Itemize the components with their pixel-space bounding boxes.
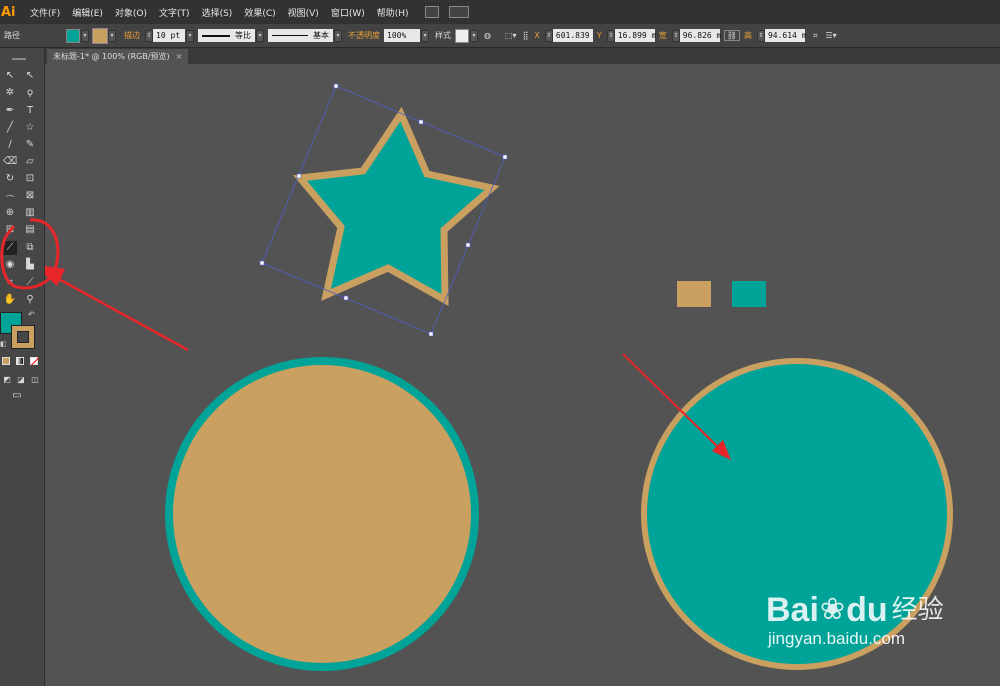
annotation-overlay — [0, 218, 60, 290]
blob-brush-tool-icon[interactable]: ⌫ — [3, 155, 17, 169]
annotation-circle-tail — [4, 225, 16, 237]
menu-edit[interactable]: 编辑(E) — [66, 6, 109, 19]
none-mode-icon[interactable] — [30, 357, 39, 366]
options-menu-icon[interactable]: ☰▾ — [825, 31, 836, 40]
variable-width-profile[interactable]: 等比 ▾ — [198, 29, 264, 42]
control-bar: 路径 ▾ ▾ 描边 ⇕ 10 pt ▾ 等比 ▾ 基本 ▾ 不透明度 100% ▾ 样式 … — [0, 24, 1000, 48]
scale-tool-icon[interactable]: ⊡ — [23, 172, 37, 186]
type-tool-icon[interactable]: T — [23, 104, 37, 118]
stroke-weight-field[interactable]: ⇕ 10 pt ▾ — [144, 29, 194, 42]
menu-type[interactable]: 文字(T) — [153, 6, 196, 19]
lasso-tool-icon[interactable]: ϙ — [23, 86, 37, 100]
selection-type-label: 路径 — [4, 31, 20, 40]
fill-swatch[interactable]: ▾ — [66, 28, 89, 43]
menu-file[interactable]: 文件(F) — [24, 6, 66, 19]
gradient-mode-icon[interactable] — [16, 357, 24, 365]
stroke-label[interactable]: 描边 — [124, 30, 140, 41]
tan-circle-shape[interactable] — [165, 357, 479, 671]
stroke-swatch[interactable]: ▾ — [92, 27, 116, 44]
free-transform-tool-icon[interactable]: ⊠ — [23, 189, 37, 203]
teal-color-sample[interactable] — [732, 281, 766, 307]
tan-color-sample[interactable] — [677, 281, 711, 307]
color-mode-icon[interactable] — [2, 357, 10, 365]
link-icon[interactable]: ⛓ — [723, 30, 740, 41]
reference-point-icon[interactable]: ⣿ — [523, 31, 529, 40]
width-label: 宽 — [658, 31, 667, 40]
menu-object[interactable]: 对象(O) — [109, 6, 153, 19]
transform-icon[interactable]: ⌗ — [813, 31, 818, 41]
watermark-brand-du: du — [846, 591, 888, 629]
selection-tool-icon[interactable]: ↖ — [3, 69, 17, 83]
pencil-tool-icon[interactable]: ✎ — [23, 138, 37, 152]
align-icon[interactable]: ⬚▾ — [505, 31, 517, 40]
x-field[interactable]: ⇕ 601.839 — [544, 29, 593, 42]
menu-window[interactable]: 窗口(W) — [325, 6, 371, 19]
direct-selection-tool-icon[interactable]: ↖ — [23, 69, 37, 83]
document-tab-title: 未标题-1* @ 100% (RGB/预览) — [53, 52, 170, 61]
app-logo: Ai — [1, 4, 16, 20]
menu-bar: Ai 文件(F) 编辑(E) 对象(O) 文字(T) 选择(S) 效果(C) 视… — [0, 0, 1000, 24]
brush-definition[interactable]: 基本 ▾ — [268, 29, 342, 42]
opacity-field[interactable]: 100% ▾ — [384, 29, 429, 42]
pen-tool-icon[interactable]: ✒ — [3, 104, 17, 118]
arrange-documents-icon[interactable] — [448, 6, 469, 18]
menu-view[interactable]: 视图(V) — [282, 6, 325, 19]
opacity-label[interactable]: 不透明度 — [348, 30, 380, 41]
tools-panel: ↖ ↖ ✲ ϙ ✒ T ╱ ☆ ∕ ✎ ⌫ ▱ ↻ ⊡ ෴ ⊠ ⊕ ▥ ⊞ ▤ … — [0, 48, 45, 686]
menu-help[interactable]: 帮助(H) — [371, 6, 415, 19]
height-field[interactable]: ⇕ 94.614 m — [756, 29, 806, 42]
menu-effect[interactable]: 效果(C) — [238, 6, 281, 19]
y-field[interactable]: ⇕ 16.899 m — [606, 29, 656, 42]
warp-tool-icon[interactable]: ෴ — [3, 189, 17, 203]
star-shape[interactable] — [293, 106, 500, 307]
watermark-brand: Bai — [766, 591, 819, 629]
document-tab[interactable]: 未标题-1* @ 100% (RGB/预览) × — [47, 49, 189, 64]
draw-behind-icon[interactable]: ◪ — [14, 373, 28, 387]
style-label: 样式 — [435, 31, 451, 40]
eraser-tool-icon[interactable]: ▱ — [23, 155, 37, 169]
draw-inside-icon[interactable]: ◫ — [28, 373, 42, 387]
document-tab-bar: 未标题-1* @ 100% (RGB/预览) × — [45, 48, 1000, 64]
recolor-icon[interactable]: ◍ — [484, 31, 491, 40]
watermark-url: jingyan.baidu.com — [768, 629, 906, 648]
x-label: X — [534, 31, 540, 40]
paw-icon: ❀ — [819, 592, 846, 627]
y-label: Y — [596, 31, 602, 40]
line-tool-icon[interactable]: ╱ — [3, 121, 17, 135]
draw-normal-icon[interactable]: ◩ — [0, 373, 14, 387]
graphic-style-swatch[interactable]: ▾ — [455, 28, 478, 43]
width-field[interactable]: ⇕ 96.826 m — [671, 29, 721, 42]
watermark-suffix: 经验 — [891, 595, 944, 625]
screen-mode-icon[interactable]: ▭ — [10, 389, 24, 403]
close-icon[interactable]: × — [176, 52, 183, 61]
menu-select[interactable]: 选择(S) — [196, 6, 239, 19]
baidu-watermark: Bai ❀ du 经验 jingyan.baidu.com — [766, 593, 986, 673]
paintbrush-tool-icon[interactable]: ∕ — [3, 138, 17, 152]
star-tool-icon[interactable]: ☆ — [23, 121, 37, 135]
height-label: 高 — [743, 31, 752, 40]
bridge-icon[interactable] — [424, 6, 439, 18]
rotate-tool-icon[interactable]: ↻ — [3, 172, 17, 186]
magic-wand-tool-icon[interactable]: ✲ — [3, 86, 17, 100]
